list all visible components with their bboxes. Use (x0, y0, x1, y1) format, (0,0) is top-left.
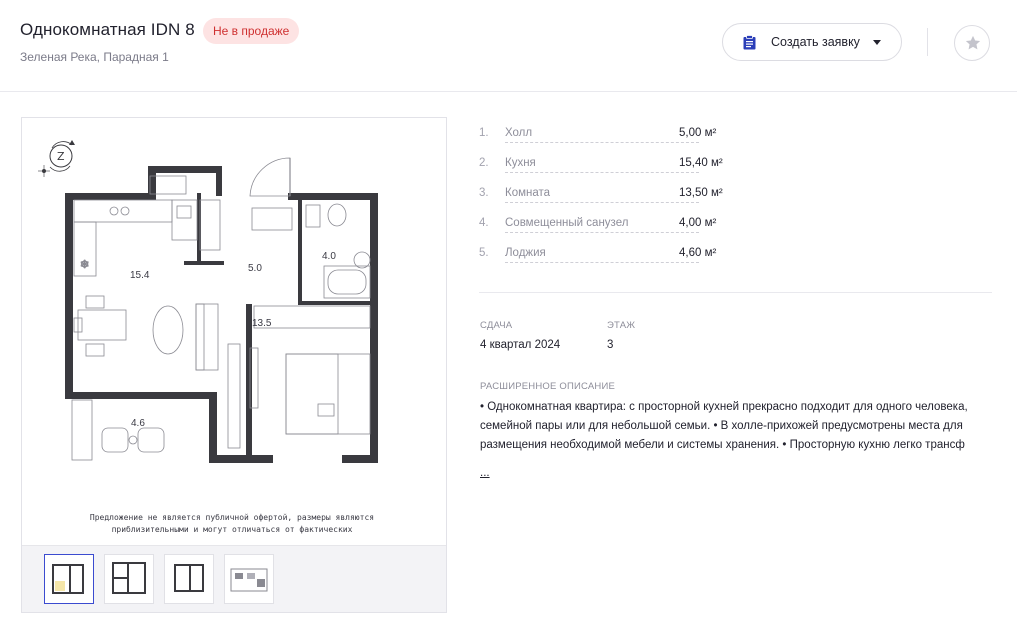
plan-thumbnails (22, 545, 446, 612)
room-area: 4,00 м² (679, 217, 717, 229)
plan-disclaimer: Предложение не является публичной оферто… (89, 513, 375, 534)
thumbnail-4[interactable] (224, 554, 274, 604)
clipboard-icon (743, 35, 756, 55)
page-title: Однокомнатная IDN 8 (20, 20, 195, 39)
room-name: Холл (505, 127, 533, 139)
header-divider (927, 28, 928, 56)
room-name: Кухня (505, 157, 536, 169)
bathroom-fixtures (251, 203, 371, 299)
create-request-label: Создать заявку (771, 35, 860, 49)
room-area: 15,40 м² (679, 157, 723, 169)
floor-plan[interactable]: Z ❄ 15.4 5.0 4.0 13.5 4.6 (22, 118, 446, 544)
list-item: 5. Лоджия 4,60 м² (479, 243, 729, 273)
svg-text:❄: ❄ (80, 259, 89, 271)
svg-text:Z: Z (57, 150, 65, 163)
delivery-value: 4 квартал 2024 (480, 339, 561, 351)
room-area: 5,00 м² (679, 127, 717, 139)
dotted-leader (505, 172, 699, 173)
dotted-leader (505, 232, 699, 233)
rooms-list: 1. Холл 5,00 м² 2. Кухня 15,40 м² 3. Ком… (479, 123, 729, 273)
room-area: 13,50 м² (679, 187, 723, 199)
loggia-area-label: 4.6 (131, 418, 145, 429)
page-header: Однокомнатная IDN 8 Не в продаже Зеленая… (0, 0, 1017, 92)
page-subtitle: Зеленая Река, Парадная 1 (20, 50, 169, 64)
room-name: Совмещенный санузел (505, 217, 629, 229)
floor-label: ЭТАЖ (607, 320, 636, 331)
walls (65, 166, 378, 463)
compass-icon: Z (38, 140, 75, 177)
room-name: Комната (505, 187, 551, 199)
description-text: • Однокомнатная квартира: с просторной к… (480, 401, 968, 451)
create-request-button[interactable]: Создать заявку (722, 23, 902, 61)
room-area-label: 13.5 (252, 318, 272, 329)
description-label: РАСШИРЕННОЕ ОПИСАНИЕ (480, 381, 616, 392)
thumbnail-3[interactable] (164, 554, 214, 604)
list-item: 1. Холл 5,00 м² (479, 123, 729, 153)
kitchen-area-label: 15.4 (130, 270, 150, 281)
list-item: 3. Комната 13,50 м² (479, 183, 729, 213)
section-divider (479, 292, 992, 293)
bathroom-area-label: 4.0 (322, 251, 336, 262)
dotted-leader (505, 142, 699, 143)
star-icon (965, 35, 981, 50)
caret-down-icon[interactable] (873, 40, 881, 45)
list-item: 2. Кухня 15,40 м² (479, 153, 729, 183)
floor-value: 3 (607, 339, 614, 351)
room-name: Лоджия (505, 247, 546, 259)
list-item: 4. Совмещенный санузел 4,00 м² (479, 213, 729, 243)
delivery-label: СДАЧА (480, 320, 513, 331)
status-badge: Не в продаже (203, 18, 300, 44)
dotted-leader (505, 262, 699, 263)
thumbnail-2[interactable] (104, 554, 154, 604)
read-more-link[interactable]: ... (480, 467, 490, 479)
room-area: 4,60 м² (679, 247, 717, 259)
floor-plan-panel: Z ❄ 15.4 5.0 4.0 13.5 4.6 Предложение не… (21, 117, 447, 613)
hall-area-label: 5.0 (248, 263, 262, 274)
favorite-button[interactable] (954, 25, 990, 61)
dotted-leader (505, 202, 699, 203)
thumbnail-1[interactable] (44, 554, 94, 604)
